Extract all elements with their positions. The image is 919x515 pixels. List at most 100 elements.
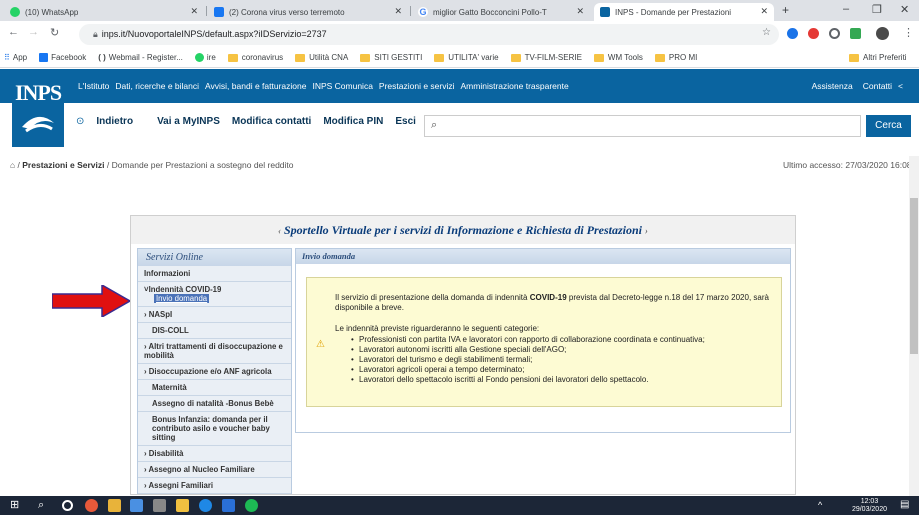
chevron-left-icon[interactable]: ‹ bbox=[278, 226, 281, 236]
bookmark-ire[interactable]: ire bbox=[194, 53, 216, 62]
sidebar-item-assegni-familiari[interactable]: › Assegni Familiari bbox=[138, 478, 291, 494]
back-circle-icon: ⊙ bbox=[76, 116, 85, 127]
list-item: Lavoratori del turismo e degli stabilime… bbox=[351, 355, 769, 365]
close-icon[interactable]: ✕ bbox=[394, 6, 402, 17]
sidebar-item-covid[interactable]: ˅Indennità COVID-19 Invio domanda bbox=[138, 282, 291, 307]
myinps-link[interactable]: Vai a MyINPS bbox=[157, 116, 220, 127]
nav-link[interactable]: Avvisi, bandi e fatturazione bbox=[205, 81, 306, 91]
tab-inps[interactable]: INPS - Domande per Prestazioni ✕ bbox=[594, 3, 774, 21]
search-button[interactable]: Cerca bbox=[866, 115, 911, 137]
logout-link[interactable]: Esci bbox=[395, 116, 416, 127]
close-icon[interactable]: ✕ bbox=[576, 6, 584, 17]
breadcrumb-prestazioni[interactable]: Prestazioni e Servizi bbox=[22, 160, 104, 170]
sidebar-item-informazioni[interactable]: Informazioni bbox=[138, 266, 291, 282]
opera-icon[interactable] bbox=[85, 499, 98, 512]
back-arrow-icon[interactable]: ← bbox=[8, 26, 19, 38]
maximize-icon[interactable]: ❐ bbox=[872, 3, 882, 16]
nav-link[interactable]: Amministrazione trasparente bbox=[461, 81, 569, 91]
url-field[interactable]: 🔒︎ inps.it/NuovoportaleINPS/default.aspx?… bbox=[79, 24, 779, 45]
avatar[interactable] bbox=[876, 27, 889, 40]
tab-facebook[interactable]: (2) Corona virus verso terremoto ✕ bbox=[208, 3, 408, 21]
nav-link[interactable]: INPS Comunica bbox=[312, 81, 372, 91]
edge-icon[interactable] bbox=[199, 499, 212, 512]
assistance-link[interactable]: Assistenza bbox=[812, 81, 853, 91]
folder-icon bbox=[227, 53, 238, 62]
close-window-icon[interactable]: ✕ bbox=[900, 3, 909, 16]
tab-label: miglior Gatto Bocconcini Pollo-T bbox=[433, 7, 547, 17]
bookmark-cna[interactable]: Utilità CNA bbox=[295, 53, 348, 62]
sub-navigation: ⊙ Indietro Vai a MyINPS Modifica contatti… bbox=[76, 116, 428, 127]
tray-arrow-icon[interactable]: ^ bbox=[818, 500, 822, 510]
app-icon[interactable] bbox=[153, 499, 166, 512]
close-icon[interactable]: ✕ bbox=[190, 6, 198, 17]
tab-google[interactable]: G miglior Gatto Bocconcini Pollo-T ✕ bbox=[412, 3, 590, 21]
bookmark-tv-film[interactable]: TV-FILM-SERIE bbox=[510, 53, 582, 62]
register-icon: ( ) bbox=[98, 53, 106, 62]
chevron-right-icon[interactable]: › bbox=[645, 226, 648, 236]
notification-icon[interactable]: ▤ bbox=[900, 499, 909, 510]
sidebar-item-maternita[interactable]: Maternità bbox=[138, 380, 291, 396]
search-input[interactable]: ⌕ bbox=[424, 115, 861, 137]
folder-icon bbox=[434, 53, 445, 62]
chevron-right-icon: › bbox=[144, 367, 147, 376]
extension-icon[interactable] bbox=[829, 28, 840, 39]
cortana-icon[interactable] bbox=[62, 500, 73, 511]
search-icon[interactable]: ⌕ bbox=[38, 499, 51, 512]
new-tab-button[interactable]: + bbox=[782, 3, 789, 17]
extension-icon[interactable] bbox=[808, 28, 819, 39]
spotify-icon[interactable] bbox=[245, 499, 258, 512]
extension-icon[interactable] bbox=[850, 28, 861, 39]
sidebar-item-altri-trattamenti[interactable]: › Altri trattamenti di disoccupazione e … bbox=[138, 339, 291, 364]
inps-logo[interactable]: INPS bbox=[12, 73, 64, 147]
inps-logo-mark bbox=[22, 116, 54, 133]
lock-icon: 🔒︎ bbox=[93, 29, 98, 39]
bookmark-pro-mi[interactable]: PRO MI bbox=[654, 53, 697, 62]
edit-pin-link[interactable]: Modifica PIN bbox=[323, 116, 383, 127]
bookmark-webmail[interactable]: ( ) Webmail - Register... bbox=[98, 53, 183, 62]
extension-icon[interactable] bbox=[787, 28, 798, 39]
minimize-icon[interactable]: – bbox=[843, 3, 849, 15]
star-icon[interactable]: ☆ bbox=[762, 27, 771, 38]
store-icon[interactable] bbox=[176, 499, 189, 512]
search-icon: ⌕ bbox=[431, 119, 438, 131]
sidebar-item-naspi[interactable]: › NASpI bbox=[138, 307, 291, 323]
scrollbar-thumb[interactable] bbox=[910, 198, 918, 354]
taskbar-clock[interactable]: 12:03 29/03/2020 bbox=[852, 498, 887, 514]
inps-header: L'Istituto Dati, ricerche e bilanci Avvi… bbox=[0, 69, 919, 156]
mail-icon[interactable] bbox=[130, 499, 143, 512]
sidebar-item-disabilita[interactable]: › Disabilità bbox=[138, 446, 291, 462]
sidebar-item-anf[interactable]: › Assegno al Nucleo Familiare bbox=[138, 462, 291, 478]
edit-contacts-link[interactable]: Modifica contatti bbox=[232, 116, 311, 127]
back-link[interactable]: ⊙ Indietro bbox=[76, 116, 145, 127]
contacts-link[interactable]: Contatti bbox=[863, 81, 892, 91]
bookmark-siti-gestiti[interactable]: SITI GESTITI bbox=[360, 53, 422, 62]
sidebar-subitem-invio-domanda[interactable]: Invio domanda bbox=[154, 294, 210, 303]
tab-whatsapp[interactable]: (10) WhatsApp ✕ bbox=[4, 3, 204, 21]
nav-link[interactable]: L'Istituto bbox=[78, 81, 109, 91]
reload-icon[interactable]: ↻ bbox=[50, 26, 59, 39]
home-icon[interactable]: ⌂ bbox=[10, 160, 15, 170]
bookmark-apps[interactable]: ⠿ App bbox=[4, 53, 27, 62]
notice-paragraph: Il servizio di presentazione della doman… bbox=[335, 293, 769, 312]
sidebar-item-disoccupazione-agricola[interactable]: › Disoccupazione e/o ANF agricola bbox=[138, 364, 291, 380]
nav-link[interactable]: Prestazioni e servizi bbox=[379, 81, 455, 91]
forward-arrow-icon[interactable]: → bbox=[28, 26, 39, 38]
folder-icon bbox=[295, 53, 306, 62]
file-explorer-icon[interactable] bbox=[108, 499, 121, 512]
bookmark-wm-tools[interactable]: WM Tools bbox=[593, 53, 643, 62]
share-icon[interactable]: < bbox=[898, 81, 903, 91]
sidebar-item-dis-coll[interactable]: DIS-COLL bbox=[138, 323, 291, 339]
app-icon[interactable] bbox=[222, 499, 235, 512]
scrollbar[interactable] bbox=[909, 156, 919, 496]
menu-icon[interactable]: ⋮ bbox=[903, 26, 914, 39]
bookmark-other[interactable]: Altri Preferiti bbox=[849, 53, 907, 62]
windows-start-icon[interactable]: ⊞ bbox=[10, 499, 23, 512]
sidebar-item-bonus-bebe[interactable]: Assegno di natalità -Bonus Bebè bbox=[138, 396, 291, 412]
nav-link[interactable]: Dati, ricerche e bilanci bbox=[115, 81, 199, 91]
sidebar-item-bonus-infanzia[interactable]: Bonus Infanzia: domanda per il contribut… bbox=[138, 412, 291, 446]
close-icon[interactable]: ✕ bbox=[760, 6, 768, 17]
notice-box: ⚠ Il servizio di presentazione della dom… bbox=[306, 277, 782, 407]
bookmark-facebook[interactable]: Facebook bbox=[39, 53, 86, 62]
bookmark-utilita[interactable]: UTILITA' varie bbox=[434, 53, 499, 62]
bookmark-coronavirus[interactable]: coronavirus bbox=[227, 53, 283, 62]
